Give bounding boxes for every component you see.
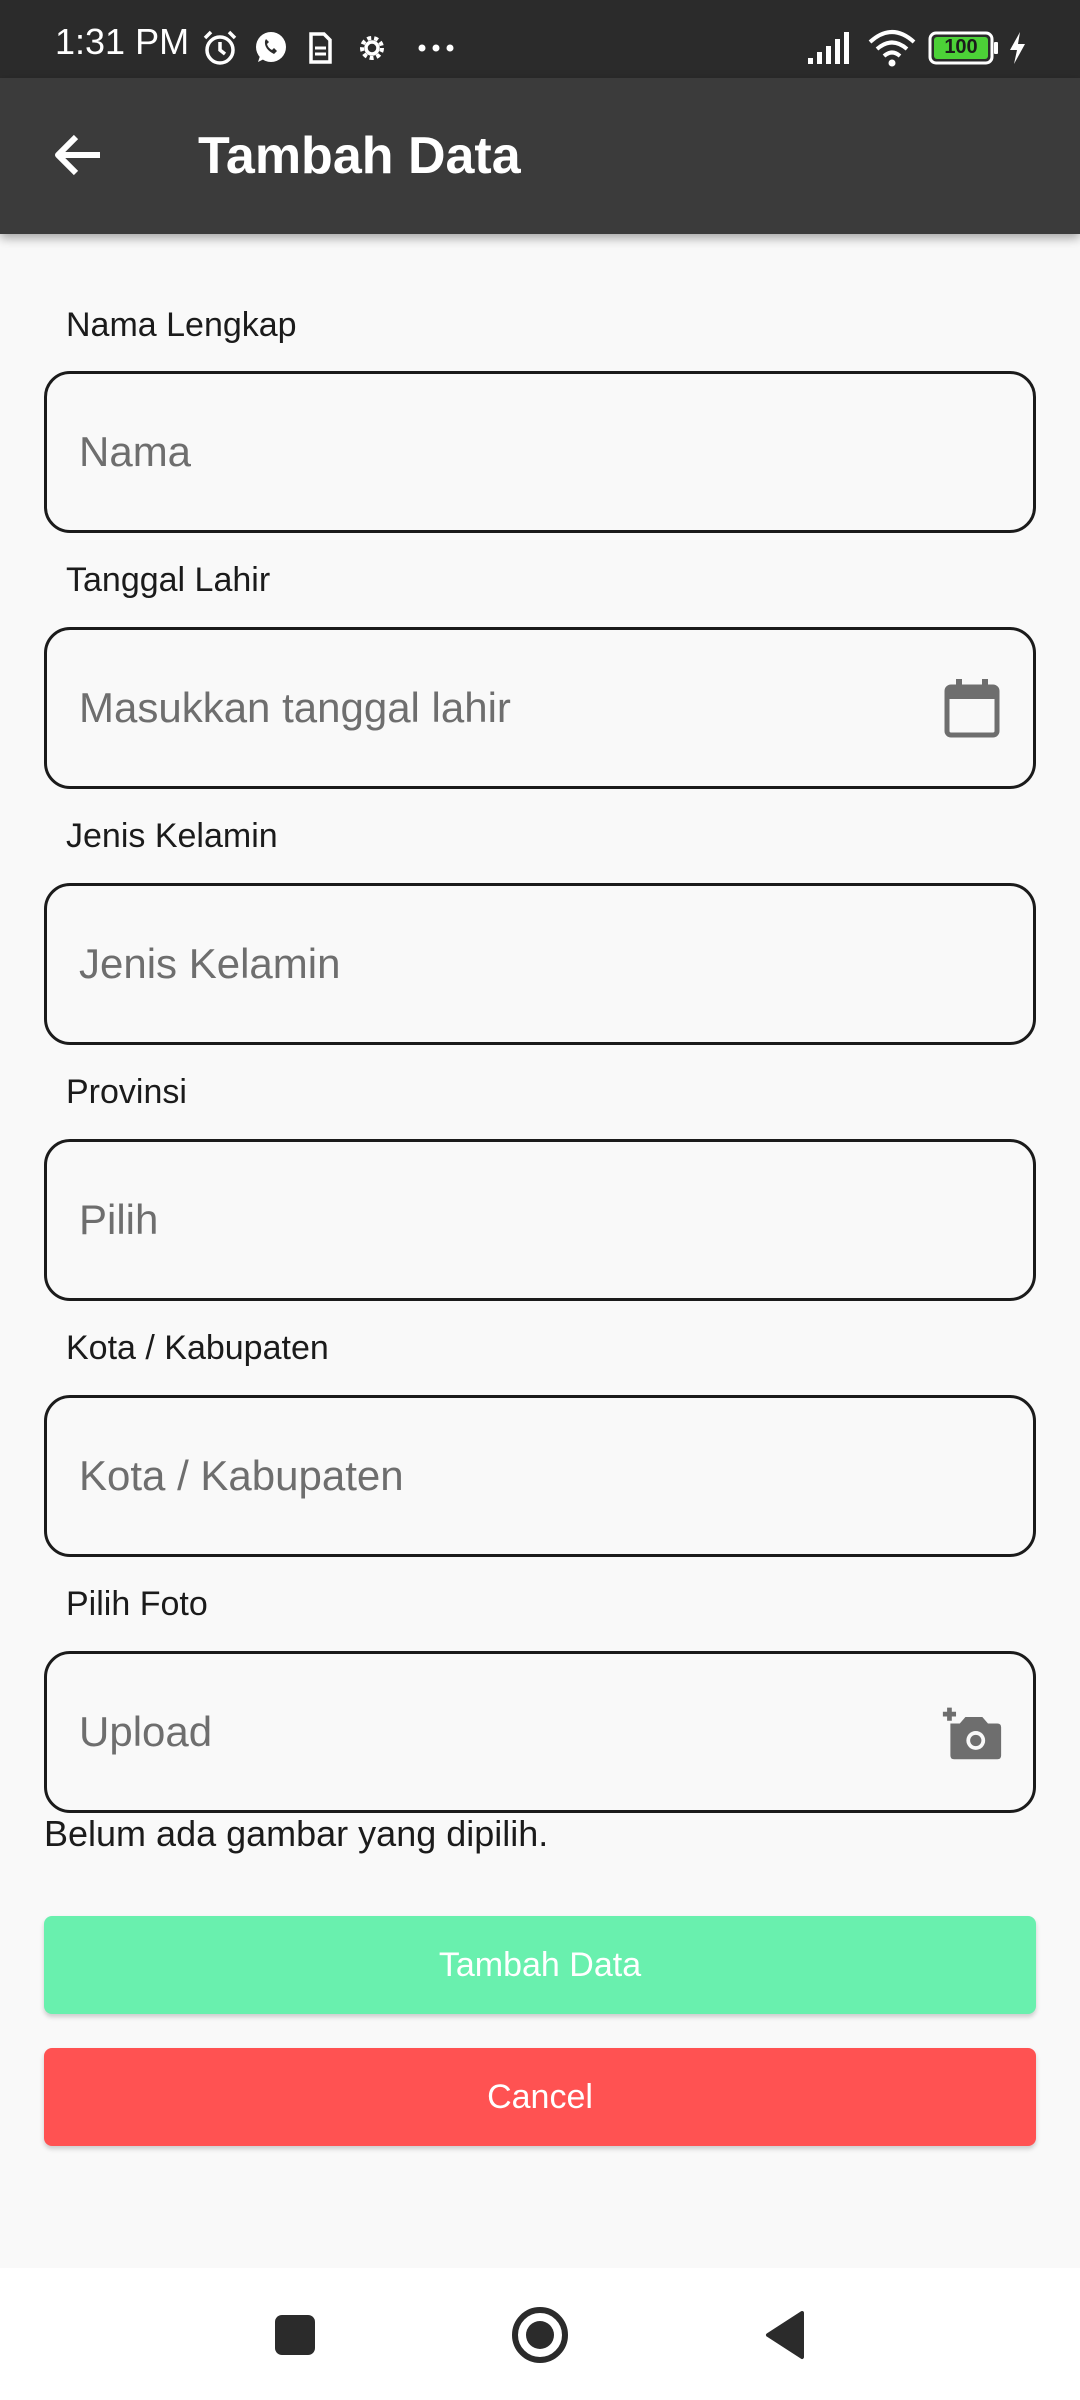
photo-upload-field[interactable]: Upload [44,1651,1036,1813]
whatsapp-icon [250,28,290,73]
arrow-back-icon [52,131,104,184]
settings-icon [352,28,392,73]
home-button[interactable] [505,2302,575,2372]
city-label: Kota / Kabupaten [66,1329,329,1367]
alarm-icon [200,28,240,73]
battery-level: 100 [944,36,978,58]
recents-square-icon [273,2313,317,2362]
no-image-message: Belum ada gambar yang dipilih. [44,1813,549,1854]
status-time: 1:31 PM [55,21,190,62]
photo-label: Pilih Foto [66,1585,208,1623]
gender-input[interactable]: Jenis Kelamin [44,883,1036,1045]
more-dots-icon [414,28,458,73]
recents-button[interactable] [260,2302,330,2372]
name-label: Nama Lengkap [66,306,297,344]
back-triangle-icon [762,2309,808,2366]
add-photo-icon[interactable] [941,1701,1003,1763]
city-placeholder: Kota / Kabupaten [79,1452,404,1499]
app-bar: Tambah Data [0,78,1080,234]
home-circle-icon [510,2305,570,2370]
battery-icon: 100 [928,30,1000,71]
gender-placeholder: Jenis Kelamin [79,940,341,987]
name-input[interactable]: Nama [44,371,1036,533]
system-nav-bar [0,2268,1080,2400]
province-select[interactable]: Pilih [44,1139,1036,1301]
province-placeholder: Pilih [79,1196,159,1243]
signal-icon [806,28,856,73]
birthdate-placeholder: Masukkan tanggal lahir [79,684,511,731]
cancel-button[interactable]: Cancel [44,2048,1036,2146]
status-bar: 1:31 PM 100 [0,0,1080,78]
province-label: Provinsi [66,1073,187,1111]
wifi-icon [866,28,918,73]
photo-placeholder: Upload [79,1708,213,1755]
submit-button[interactable]: Tambah Data [44,1916,1036,2014]
city-select[interactable]: Kota / Kabupaten [44,1395,1036,1557]
calendar-icon[interactable] [941,677,1003,739]
name-placeholder: Nama [79,428,192,475]
page-title: Tambah Data [198,127,521,185]
charging-icon [1004,28,1030,73]
gender-label: Jenis Kelamin [66,817,278,855]
back-nav-button[interactable] [750,2302,820,2372]
sim-icon [302,28,338,73]
birthdate-label: Tanggal Lahir [66,561,271,599]
birthdate-input[interactable]: Masukkan tanggal lahir [44,627,1036,789]
back-button[interactable] [38,122,118,192]
